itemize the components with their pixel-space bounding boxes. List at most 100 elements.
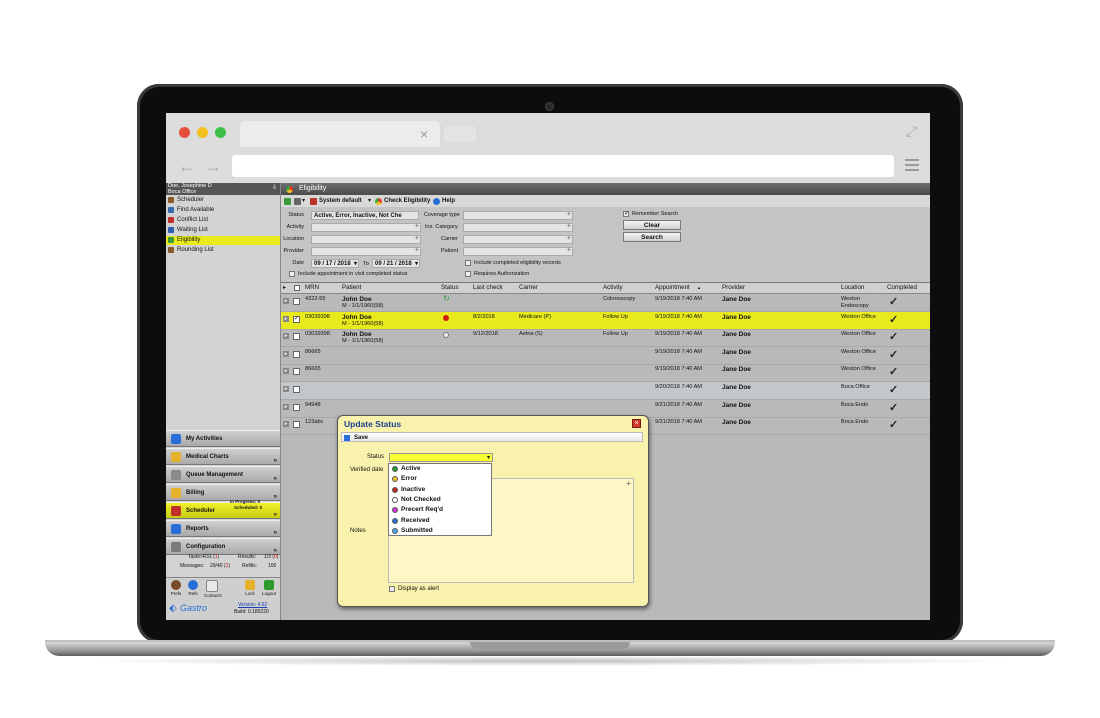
- location-filter-input[interactable]: +: [311, 235, 421, 244]
- print-dropdown-icon[interactable]: ▾: [302, 195, 305, 207]
- search-button[interactable]: Search: [623, 232, 681, 242]
- select-all-checkbox[interactable]: [294, 285, 300, 291]
- browser-tab[interactable]: [240, 121, 440, 147]
- refresh-icon[interactable]: [284, 198, 291, 205]
- sidebar-item-scheduler[interactable]: Scheduler: [166, 196, 280, 205]
- col-appointment[interactable]: Appointment: [655, 283, 690, 293]
- expand-row-icon[interactable]: ▸: [283, 403, 289, 410]
- module-queue-management[interactable]: Queue Management»: [166, 466, 280, 483]
- completed-check-icon[interactable]: ✓: [889, 313, 898, 326]
- row-checkbox[interactable]: [293, 421, 300, 429]
- col-status[interactable]: Status: [441, 283, 459, 293]
- table-row[interactable]: ▸ 86665 9/19/2018 7:40 AM Jane Doe Weston Of…: [281, 364, 930, 383]
- save-button[interactable]: Save: [354, 435, 368, 441]
- sidebar-item-eligibility[interactable]: Eligibility: [166, 236, 280, 245]
- module-my-activities[interactable]: My Activities: [166, 430, 280, 447]
- address-bar[interactable]: [232, 155, 894, 177]
- status-option-not-checked[interactable]: Not Checked: [389, 495, 491, 505]
- remember-search-checkbox[interactable]: ✓: [623, 211, 629, 217]
- version-link[interactable]: Version: 4.62: [238, 602, 267, 608]
- col-location[interactable]: Location: [841, 283, 864, 293]
- add-icon[interactable]: +: [567, 236, 571, 243]
- module-configuration[interactable]: Configuration»: [166, 538, 280, 555]
- expand-row-icon[interactable]: ▸: [283, 350, 289, 357]
- col-mrn[interactable]: MRN: [305, 283, 319, 293]
- sidebar-item-find-available[interactable]: Find Available: [166, 206, 280, 215]
- clear-button[interactable]: Clear: [623, 220, 681, 230]
- tab-close-icon[interactable]: ×: [420, 126, 428, 142]
- add-icon[interactable]: +: [415, 224, 419, 231]
- date-to-dropdown-icon[interactable]: ▾: [415, 260, 418, 267]
- system-default-select[interactable]: System default: [319, 195, 362, 207]
- status-filter-input[interactable]: Active, Error, Inactive, Not Che: [311, 211, 419, 220]
- module-reports[interactable]: Reports»: [166, 520, 280, 537]
- activity-filter-input[interactable]: +: [311, 223, 421, 232]
- back-arrow-icon[interactable]: ←: [178, 157, 196, 175]
- completed-check-icon[interactable]: ✓: [889, 383, 898, 396]
- completed-check-icon[interactable]: ✓: [889, 401, 898, 414]
- row-checkbox[interactable]: ✓: [293, 315, 300, 323]
- status-select[interactable]: ▾: [389, 453, 493, 462]
- table-row[interactable]: ▸ 86665 9/19/2018 7:40 AM Jane Doe Weston Of…: [281, 347, 930, 365]
- sidebar-item-waiting-list[interactable]: Waiting List: [166, 226, 280, 235]
- pin-icon[interactable]: ⇩: [272, 185, 277, 191]
- display-alert-checkbox[interactable]: [389, 586, 395, 592]
- table-row[interactable]: ▸ 03039398 John Doe 9/12/2018 Aetna (S) Follo…: [281, 329, 930, 348]
- include-completed-checkbox[interactable]: [465, 260, 471, 266]
- lock-button[interactable]: Lock: [242, 580, 258, 600]
- expand-row-icon[interactable]: ▸: [283, 421, 289, 428]
- prefs-button[interactable]: Prefs: [168, 580, 184, 600]
- expand-row-icon[interactable]: ▸: [283, 298, 289, 304]
- col-carrier[interactable]: Carrier: [519, 283, 538, 293]
- col-provider[interactable]: Provider: [722, 283, 745, 293]
- row-checkbox[interactable]: [293, 350, 300, 358]
- add-icon[interactable]: +: [415, 248, 419, 255]
- patient-input[interactable]: +: [463, 247, 573, 256]
- add-icon[interactable]: +: [626, 479, 631, 488]
- row-checkbox[interactable]: [293, 333, 300, 341]
- col-activity[interactable]: Activity: [603, 283, 623, 293]
- add-icon[interactable]: +: [415, 236, 419, 243]
- status-option-active[interactable]: Active: [389, 464, 491, 474]
- date-to-input[interactable]: 09 / 21 / 2018 ▾: [372, 259, 420, 268]
- row-checkbox[interactable]: [293, 368, 300, 376]
- module-scheduler[interactable]: Scheduler In Progress: 0 Scheduled: 0»: [166, 499, 280, 519]
- module-billing[interactable]: Billing»: [166, 484, 280, 501]
- status-option-received[interactable]: Received: [389, 516, 491, 526]
- status-option-precert-req-d[interactable]: Precert Req'd: [389, 505, 491, 515]
- contacts-button[interactable]: Contacts: [204, 580, 222, 600]
- maximize-window-button[interactable]: [215, 127, 226, 138]
- completed-check-icon[interactable]: ✓: [889, 295, 898, 308]
- row-checkbox[interactable]: [293, 298, 300, 305]
- table-row[interactable]: ▸ ✓ 03039398 John Doe 8/2/2018 Medicare (P) Fo…: [281, 311, 930, 330]
- table-row[interactable]: ▸ 4322-55 John Doe Colonoscopy 9/19/2018 7:4…: [281, 294, 930, 312]
- minimize-window-button[interactable]: [197, 127, 208, 138]
- ins-category-input[interactable]: +: [463, 223, 573, 232]
- col-completed[interactable]: Completed: [887, 283, 917, 293]
- row-checkbox[interactable]: [293, 386, 300, 393]
- close-window-button[interactable]: [179, 127, 190, 138]
- completed-check-icon[interactable]: ✓: [889, 348, 898, 361]
- add-icon[interactable]: +: [567, 212, 571, 219]
- completed-check-icon[interactable]: ✓: [889, 418, 898, 431]
- close-icon[interactable]: ×: [632, 419, 641, 428]
- hamburger-menu-icon[interactable]: [905, 159, 919, 161]
- requires-authorization-checkbox[interactable]: [465, 271, 471, 277]
- chevron-down-icon[interactable]: ▾: [487, 454, 490, 461]
- col-last-check[interactable]: Last check: [473, 283, 503, 293]
- expand-row-icon[interactable]: ▸: [283, 315, 289, 322]
- expand-row-icon[interactable]: ▸: [283, 368, 289, 375]
- add-icon[interactable]: +: [567, 248, 571, 255]
- expand-row-icon[interactable]: ▸: [283, 333, 289, 340]
- carrier-input[interactable]: +: [463, 235, 573, 244]
- module-medical-charts[interactable]: Medical Charts»: [166, 448, 280, 465]
- refs-button[interactable]: Refs: [185, 580, 201, 600]
- include-visit-checkbox[interactable]: [289, 271, 295, 277]
- print-icon[interactable]: [294, 198, 301, 205]
- status-option-error[interactable]: Error: [389, 474, 491, 484]
- status-option-submitted[interactable]: Submitted: [389, 526, 491, 536]
- date-from-dropdown-icon[interactable]: ▾: [354, 260, 357, 267]
- completed-check-icon[interactable]: ✓: [889, 365, 898, 378]
- date-from-input[interactable]: 09 / 17 / 2018 ▾: [311, 259, 359, 268]
- table-row[interactable]: ▸ 9/20/2018 7:40 AM Jane Doe Boca Office ✓: [281, 382, 930, 400]
